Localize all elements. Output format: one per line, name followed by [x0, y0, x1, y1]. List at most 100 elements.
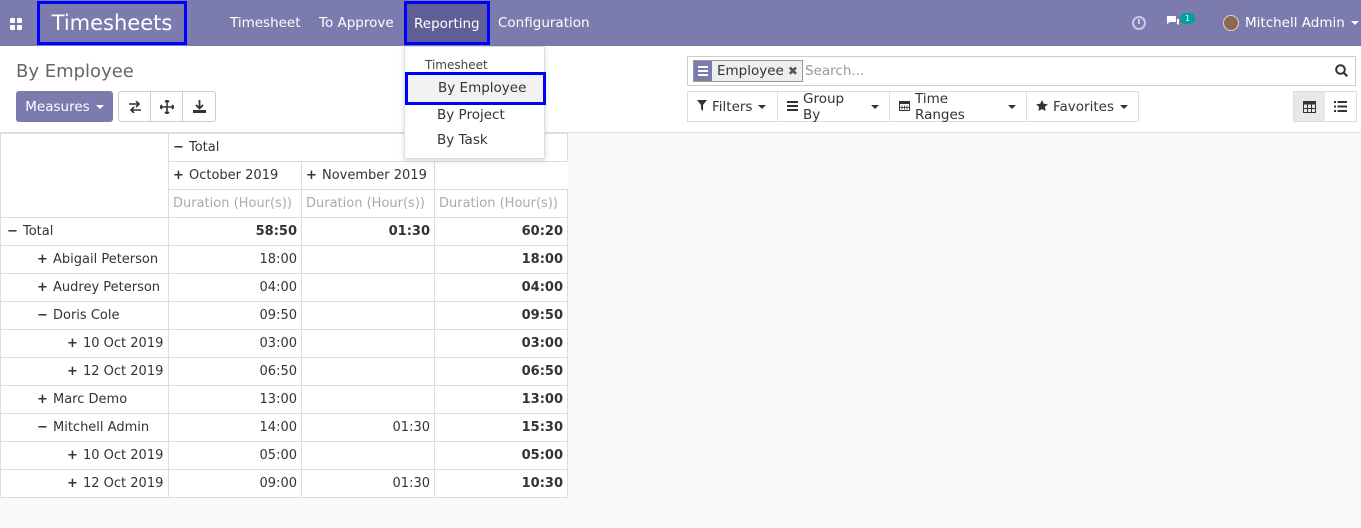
dropdown-section-header: Timesheet	[425, 58, 488, 72]
menu-to-approve[interactable]: To Approve	[319, 0, 394, 46]
search-facet-employee[interactable]: Employee ✖	[693, 60, 803, 82]
collapse-icon: −	[37, 308, 48, 323]
chevron-down-icon	[871, 104, 879, 109]
col-header-november-2019[interactable]: + November 2019	[301, 161, 435, 190]
menu-reporting[interactable]: Reporting	[404, 1, 490, 45]
menu-timesheet[interactable]: Timesheet	[230, 0, 301, 46]
pivot-row: − Mitchell Admin 14:00 01:30 15:30	[0, 413, 568, 442]
cell-november[interactable]: 01:30	[301, 413, 435, 442]
list-view-button[interactable]	[1325, 92, 1356, 121]
cell-total[interactable]: 18:00	[434, 245, 568, 274]
row-header[interactable]: − Total	[0, 217, 169, 246]
chevron-down-icon	[1008, 104, 1016, 109]
cell-total[interactable]: 05:00	[434, 441, 568, 470]
cell-october[interactable]: 58:50	[168, 217, 302, 246]
user-menu[interactable]: Mitchell Admin	[1245, 0, 1359, 46]
cell-total[interactable]: 13:00	[434, 385, 568, 414]
search-options: Filters Group By Time Ranges Favorites	[687, 90, 1139, 123]
cell-total[interactable]: 06:50	[434, 357, 568, 386]
app-brand[interactable]: Timesheets	[37, 1, 187, 45]
cell-november[interactable]	[301, 441, 435, 470]
row-header[interactable]: − Mitchell Admin	[0, 413, 169, 442]
cell-october[interactable]: 14:00	[168, 413, 302, 442]
list-icon	[1334, 101, 1347, 112]
row-header[interactable]: + Abigail Peterson	[0, 245, 169, 274]
row-header-label: Mitchell Admin	[53, 420, 150, 435]
menu-item-by-task[interactable]: By Task	[437, 132, 488, 148]
cell-october[interactable]: 09:50	[168, 301, 302, 330]
menu-item-by-project[interactable]: By Project	[437, 107, 505, 123]
measures-label: Measures	[25, 98, 90, 115]
cell-november[interactable]	[301, 329, 435, 358]
cell-total[interactable]: 09:50	[434, 301, 568, 330]
pivot-view-button[interactable]	[1294, 92, 1325, 121]
flip-axis-button[interactable]	[119, 92, 151, 121]
row-header-label: 12 Oct 2019	[83, 476, 164, 491]
measure-header[interactable]: Duration (Hour(s))	[434, 189, 568, 218]
cell-october[interactable]: 03:00	[168, 329, 302, 358]
cell-october[interactable]: 13:00	[168, 385, 302, 414]
expand-icon: +	[67, 336, 78, 351]
filters-button[interactable]: Filters	[687, 91, 778, 122]
cell-november[interactable]	[301, 273, 435, 302]
row-header[interactable]: +12 Oct 2019	[0, 469, 169, 498]
pivot-row: +12 Oct 2019 06:50 06:50	[0, 357, 568, 386]
row-header[interactable]: + Audrey Peterson	[0, 273, 169, 302]
remove-facet-icon[interactable]: ✖	[787, 61, 802, 81]
cell-october[interactable]: 06:50	[168, 357, 302, 386]
user-name: Mitchell Admin	[1245, 15, 1345, 31]
cell-total[interactable]: 10:30	[434, 469, 568, 498]
menu-item-by-employee[interactable]: By Employee	[405, 72, 546, 105]
cell-november[interactable]	[301, 385, 435, 414]
row-header[interactable]: +10 Oct 2019	[0, 441, 169, 470]
favorites-label: Favorites	[1053, 98, 1114, 115]
group-by-button[interactable]: Group By	[777, 91, 890, 123]
expand-icon: +	[37, 252, 48, 267]
cell-october[interactable]: 09:00	[168, 469, 302, 498]
cell-total[interactable]: 60:20	[434, 217, 568, 246]
cell-november[interactable]: 01:30	[301, 217, 435, 246]
measure-header[interactable]: Duration (Hour(s))	[301, 189, 435, 218]
cell-october[interactable]: 18:00	[168, 245, 302, 274]
cell-november[interactable]: 01:30	[301, 469, 435, 498]
row-header[interactable]: − Doris Cole	[0, 301, 169, 330]
chevron-down-icon	[758, 104, 767, 109]
cell-total[interactable]: 15:30	[434, 413, 568, 442]
bars-icon	[787, 100, 798, 114]
download-button[interactable]	[183, 92, 215, 121]
pivot-row: +10 Oct 2019 05:00 05:00	[0, 441, 568, 470]
cell-total[interactable]: 03:00	[434, 329, 568, 358]
user-avatar[interactable]	[1223, 15, 1239, 31]
favorites-button[interactable]: Favorites	[1026, 91, 1139, 122]
measures-button[interactable]: Measures	[16, 91, 113, 122]
cell-november[interactable]	[301, 245, 435, 274]
messaging-icon[interactable]	[1165, 14, 1181, 32]
menu-configuration[interactable]: Configuration	[498, 0, 590, 46]
time-ranges-button[interactable]: Time Ranges	[889, 90, 1027, 123]
row-header-label: Doris Cole	[53, 308, 120, 323]
collapse-icon: −	[37, 420, 48, 435]
measure-header[interactable]: Duration (Hour(s))	[168, 189, 302, 218]
row-header[interactable]: +12 Oct 2019	[0, 357, 169, 386]
expand-icon: +	[67, 448, 78, 463]
cell-november[interactable]	[301, 301, 435, 330]
row-header-label: Audrey Peterson	[53, 280, 161, 295]
row-header[interactable]: +10 Oct 2019	[0, 329, 169, 358]
cell-total[interactable]: 04:00	[434, 273, 568, 302]
cell-october[interactable]: 05:00	[168, 441, 302, 470]
search-icon[interactable]	[1335, 64, 1348, 77]
activity-clock-icon[interactable]	[1132, 16, 1146, 30]
expand-all-button[interactable]	[151, 92, 183, 121]
col-header-october-2019[interactable]: + October 2019	[168, 161, 302, 190]
page-title: By Employee	[16, 61, 134, 82]
expand-arrows-icon	[159, 99, 174, 114]
row-header[interactable]: + Marc Demo	[0, 385, 169, 414]
table-icon	[1303, 100, 1316, 113]
cell-november[interactable]	[301, 357, 435, 386]
col-header-label: November 2019	[322, 168, 427, 183]
apps-menu-icon[interactable]	[10, 18, 22, 30]
time-ranges-label: Time Ranges	[915, 90, 965, 123]
collapse-icon: −	[7, 224, 18, 239]
cell-october[interactable]: 04:00	[168, 273, 302, 302]
search-input[interactable]	[803, 59, 1323, 83]
